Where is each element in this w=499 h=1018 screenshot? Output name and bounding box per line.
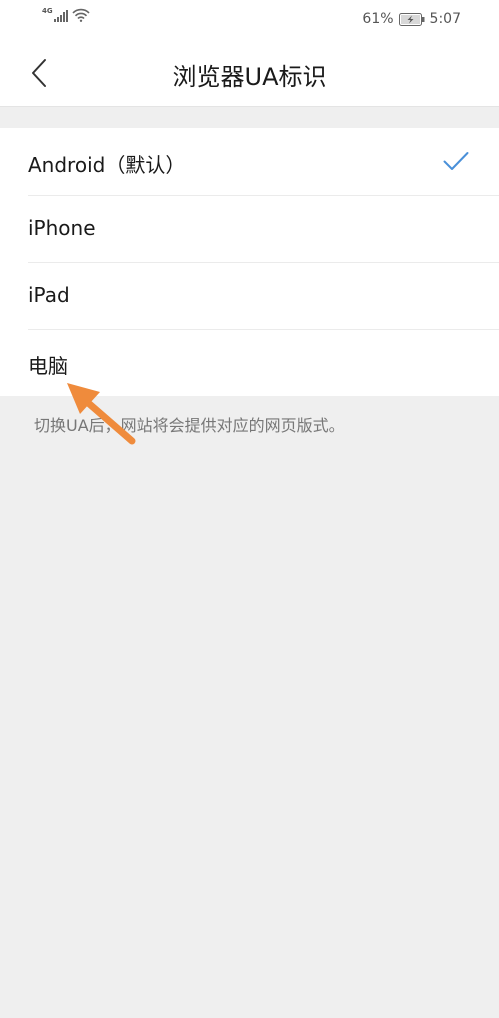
orange-arrow-annotation [67, 383, 136, 445]
